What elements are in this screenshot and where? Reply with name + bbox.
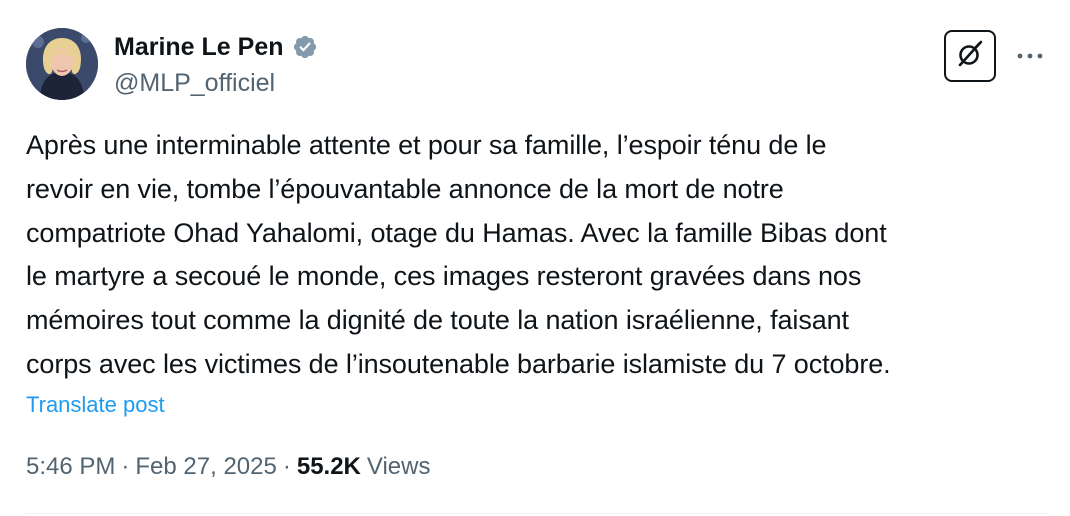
avatar-image [26, 28, 98, 100]
post-date[interactable]: Feb 27, 2025 [135, 452, 276, 482]
views-count: 55.2K [296, 453, 361, 480]
grok-icon [955, 39, 985, 74]
author-handle[interactable]: @MLP_officiel [114, 68, 275, 98]
post-time[interactable]: 5:46 PM [26, 452, 115, 482]
author-name-row: Marine Le Pen [114, 32, 318, 62]
tweet: Marine Le Pen @MLP_officiel Après une in… [0, 0, 1070, 516]
translate-post-link[interactable]: Translate post [26, 391, 165, 419]
meta-separator: · [282, 453, 291, 480]
meta-separator: · [121, 453, 130, 480]
more-horizontal-icon [1016, 47, 1044, 65]
verified-badge-icon[interactable] [292, 34, 318, 60]
post-text: Après une interminable attente et pour s… [26, 130, 891, 379]
post-metadata: 5:46 PM · Feb 27, 2025 · 55.2K Views [26, 452, 430, 482]
author-display-name[interactable]: Marine Le Pen [114, 32, 284, 62]
avatar[interactable] [26, 28, 98, 100]
more-options-button[interactable] [1012, 38, 1048, 74]
grok-button[interactable] [944, 30, 996, 82]
divider [26, 513, 1048, 514]
views-label: Views [366, 453, 431, 480]
